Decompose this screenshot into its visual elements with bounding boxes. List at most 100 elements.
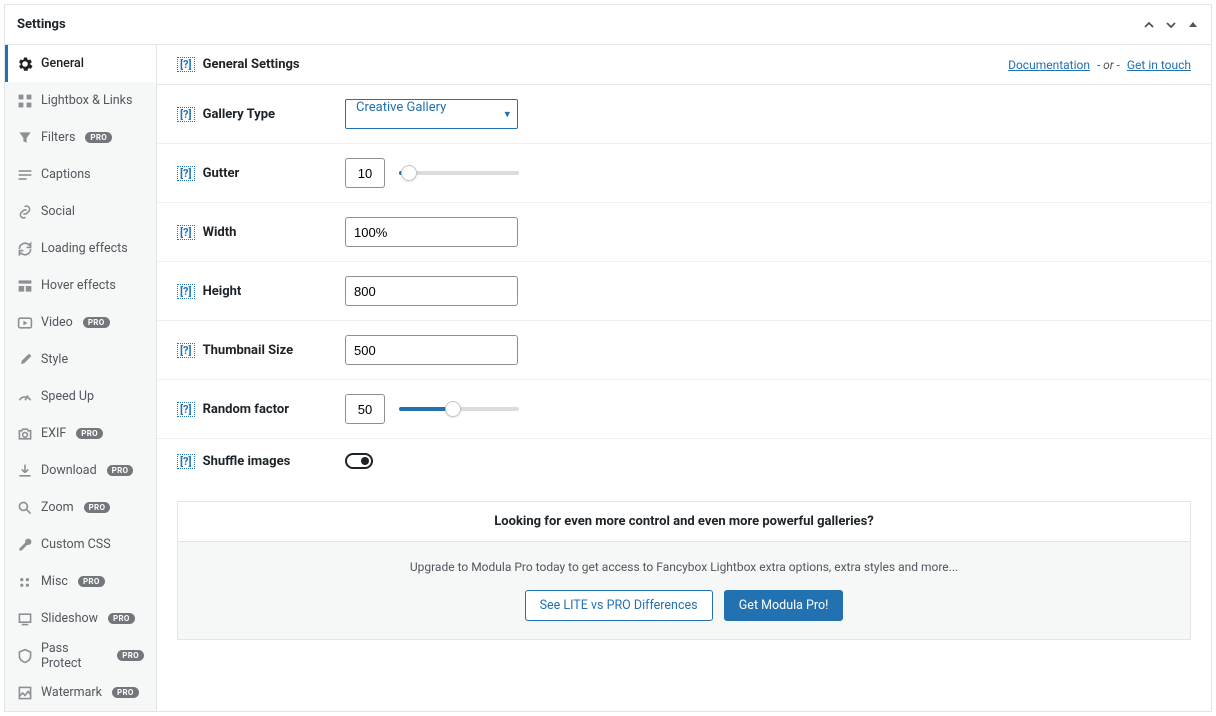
sidebar-item-label: Speed Up <box>41 389 94 404</box>
image-icon <box>17 685 33 701</box>
help-icon[interactable]: [?] <box>177 166 195 181</box>
sidebar-item-label: Pass Protect <box>41 641 107 671</box>
field-label: Height <box>203 284 242 299</box>
layout-icon <box>17 278 33 294</box>
panel-move-up-icon[interactable] <box>1143 19 1155 31</box>
panel-collapse-icon[interactable] <box>1187 19 1199 31</box>
grid-icon <box>17 93 33 109</box>
sidebar-item-label: Captions <box>41 167 91 182</box>
pro-badge: PRO <box>108 613 135 624</box>
download-icon <box>17 463 33 479</box>
sidebar-item-captions[interactable]: Captions <box>5 156 156 193</box>
content-area: [?] General Settings Documentation - or … <box>157 45 1211 711</box>
help-icon[interactable]: [?] <box>177 57 195 72</box>
search-icon <box>17 500 33 516</box>
sidebar-item-label: Lightbox & Links <box>41 93 132 108</box>
sidebar-item-customcss[interactable]: Custom CSS <box>5 526 156 563</box>
pro-badge: PRO <box>83 317 110 328</box>
gear-icon <box>17 56 33 72</box>
sidebar-item-zoom[interactable]: Zoom PRO <box>5 489 156 526</box>
field-label: Width <box>203 225 237 240</box>
row-width: [?] Width <box>157 203 1211 262</box>
upsell-section: Looking for even more control and even m… <box>157 483 1211 660</box>
gauge-icon <box>17 389 33 405</box>
help-icon[interactable]: [?] <box>177 107 195 122</box>
sidebar-item-style[interactable]: Style <box>5 341 156 378</box>
sidebar-item-video[interactable]: Video PRO <box>5 304 156 341</box>
width-input[interactable] <box>345 217 518 247</box>
row-height: [?] Height <box>157 262 1211 321</box>
filter-icon <box>17 130 33 146</box>
sidebar-item-speedup[interactable]: Speed Up <box>5 378 156 415</box>
sidebar-item-label: Hover effects <box>41 278 116 293</box>
get-pro-button[interactable]: Get Modula Pro! <box>724 590 844 621</box>
sidebar-item-hover[interactable]: Hover effects <box>5 267 156 304</box>
sidebar-item-general[interactable]: General <box>5 45 156 82</box>
thumbnail-size-input[interactable] <box>345 335 518 365</box>
gutter-slider[interactable] <box>399 171 519 175</box>
sidebar-item-social[interactable]: Social <box>5 193 156 230</box>
height-input[interactable] <box>345 276 518 306</box>
help-icon[interactable]: [?] <box>177 225 195 240</box>
panel-title: Settings <box>17 17 66 32</box>
sidebar-item-download[interactable]: Download PRO <box>5 452 156 489</box>
sidebar-item-label: Social <box>41 204 75 219</box>
gallery-type-select[interactable]: Creative Gallery <box>345 99 518 129</box>
pro-badge: PRO <box>117 650 144 661</box>
documentation-link[interactable]: Documentation <box>1008 58 1090 72</box>
panel-move-down-icon[interactable] <box>1165 19 1177 31</box>
help-icon[interactable]: [?] <box>177 454 195 469</box>
pro-badge: PRO <box>84 502 111 513</box>
gutter-input[interactable] <box>345 158 385 188</box>
sidebar-item-filters[interactable]: Filters PRO <box>5 119 156 156</box>
random-factor-slider[interactable] <box>399 407 519 411</box>
sidebar-item-label: Loading effects <box>41 241 128 256</box>
pro-badge: PRO <box>78 576 105 587</box>
shield-icon <box>17 648 33 664</box>
pro-badge: PRO <box>107 465 134 476</box>
upsell-text: Upgrade to Modula Pro today to get acces… <box>196 560 1172 574</box>
sidebar-item-label: Video <box>41 315 73 330</box>
play-icon <box>17 315 33 331</box>
sidebar-item-exif[interactable]: EXIF PRO <box>5 415 156 452</box>
sidebar-item-label: General <box>41 56 84 71</box>
shuffle-toggle[interactable] <box>345 453 373 469</box>
sidebar-item-loading[interactable]: Loading effects <box>5 230 156 267</box>
settings-sidebar: General Lightbox & Links Filters PRO Cap… <box>5 45 157 711</box>
sidebar-item-slideshow[interactable]: Slideshow PRO <box>5 600 156 637</box>
brush-icon <box>17 352 33 368</box>
or-separator: - or - <box>1097 58 1120 72</box>
sidebar-item-passprotect[interactable]: Pass Protect PRO <box>5 637 156 674</box>
sidebar-item-label: Misc <box>41 574 68 589</box>
lite-vs-pro-button[interactable]: See LITE vs PRO Differences <box>525 590 713 621</box>
get-in-touch-link[interactable]: Get in touch <box>1127 58 1191 72</box>
field-label: Gallery Type <box>203 107 275 122</box>
link-icon <box>17 204 33 220</box>
random-factor-input[interactable] <box>345 394 385 424</box>
pro-badge: PRO <box>85 132 112 143</box>
sidebar-item-label: Watermark <box>41 685 102 700</box>
content-title: General Settings <box>203 57 300 72</box>
dots-icon <box>17 574 33 590</box>
row-thumbnail-size: [?] Thumbnail Size <box>157 321 1211 380</box>
help-icon[interactable]: [?] <box>177 343 195 358</box>
help-icon[interactable]: [?] <box>177 402 195 417</box>
refresh-icon <box>17 241 33 257</box>
sidebar-item-misc[interactable]: Misc PRO <box>5 563 156 600</box>
wrench-icon <box>17 537 33 553</box>
row-gallery-type: [?] Gallery Type Creative Gallery ▾ <box>157 85 1211 144</box>
row-shuffle: [?] Shuffle images <box>157 439 1211 483</box>
slideshow-icon <box>17 611 33 627</box>
content-header: [?] General Settings Documentation - or … <box>157 45 1211 85</box>
help-icon[interactable]: [?] <box>177 284 195 299</box>
sidebar-item-label: Zoom <box>41 500 74 515</box>
sidebar-item-label: Slideshow <box>41 611 98 626</box>
field-label: Shuffle images <box>203 454 291 469</box>
sidebar-item-label: Style <box>41 352 68 367</box>
sidebar-item-label: EXIF <box>41 426 66 441</box>
sidebar-item-lightbox[interactable]: Lightbox & Links <box>5 82 156 119</box>
pro-badge: PRO <box>76 428 103 439</box>
sidebar-item-label: Filters <box>41 130 75 145</box>
sidebar-item-watermark[interactable]: Watermark PRO <box>5 674 156 711</box>
field-label: Thumbnail Size <box>203 343 294 358</box>
